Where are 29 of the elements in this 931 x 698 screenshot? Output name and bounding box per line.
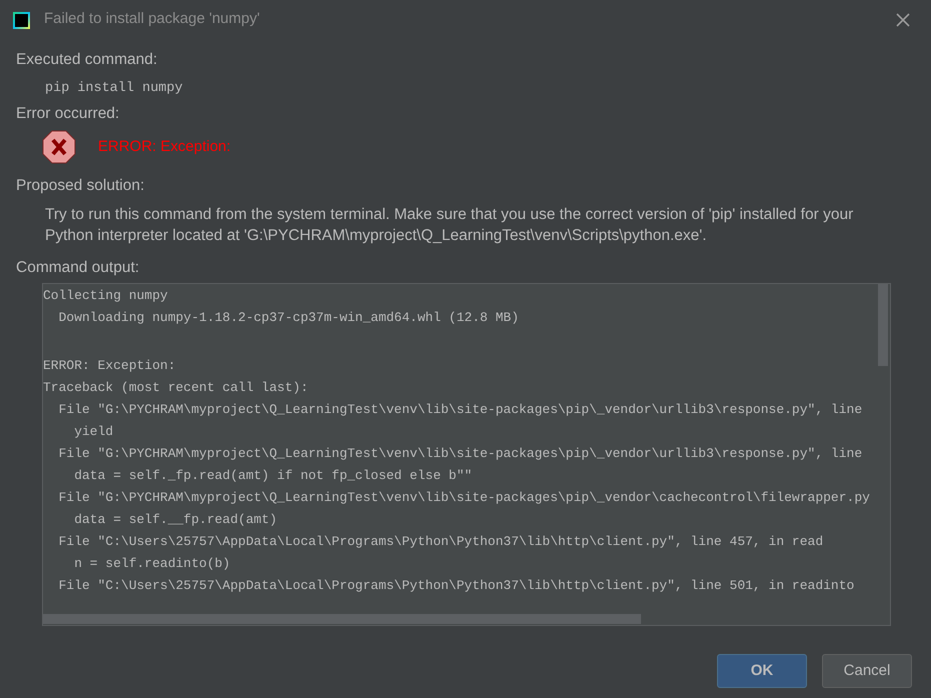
section-heading: Executed command:: [16, 50, 158, 70]
error-message: ERROR: Exception:: [98, 136, 231, 157]
section-heading: Error occurred:: [16, 104, 120, 124]
close-icon: [896, 13, 910, 27]
close-button[interactable]: [895, 12, 911, 28]
output-line: File "G:\PYCHRAM\myproject\Q_LearningTest\venv\lib\site-packages\pip\_vendor\urllib3\response.py", line: [58, 401, 862, 419]
output-line: ERROR: Exception:: [43, 357, 176, 375]
ok-button[interactable]: OK: [717, 654, 807, 688]
error-icon: [42, 130, 76, 164]
output-line: data = self._fp.read(amt) if not fp_closed else b"": [73, 467, 472, 485]
output-line: Downloading numpy-1.18.2-cp37-cp37m-win_amd64.whl (12.8 MB): [58, 309, 519, 327]
output-line: Collecting numpy: [43, 287, 168, 305]
command-text: pip install numpy: [45, 80, 184, 98]
horizontal-scrollbar[interactable]: [43, 614, 641, 624]
output-line: Traceback (most recent call last):: [43, 379, 308, 397]
output-line: File "C:\Users\25757\AppData\Local\Programs\Python\Python37\lib\http\client.py", line 501, in readinto: [58, 577, 854, 595]
output-line: File "G:\PYCHRAM\myproject\Q_LearningTest\venv\lib\site-packages\pip\_vendor\urllib3\response.py", line: [58, 445, 862, 463]
section-heading: Proposed solution:: [16, 176, 146, 196]
app-logo-icon: [13, 12, 30, 28]
output-line: yield: [73, 423, 114, 441]
cancel-button[interactable]: Cancel: [822, 654, 912, 688]
output-line: data = self.__fp.read(amt): [73, 511, 278, 529]
output-line: n = self.readinto(b): [73, 555, 230, 573]
output-line: File "C:\Users\25757\AppData\Local\Programs\Python\Python37\lib\http\client.py", line 457, in read: [58, 533, 824, 551]
section-heading: Command output:: [16, 258, 140, 278]
output-line: File "G:\PYCHRAM\myproject\Q_LearningTest\venv\lib\site-packages\pip\_vendor\cachecontrol\filewrapper.py: [58, 489, 870, 507]
solution-text: Try to run this command from the system terminal. Make sure that you use the correct version of 'pip' installed for your Python interpreter located at 'G:\PYCHRAM\myproject\Q_LearningTest\venv\Scripts\python.exe'.: [45, 205, 854, 246]
window-title: Failed to install package 'numpy': [44, 8, 260, 29]
vertical-scrollbar[interactable]: [878, 284, 888, 366]
